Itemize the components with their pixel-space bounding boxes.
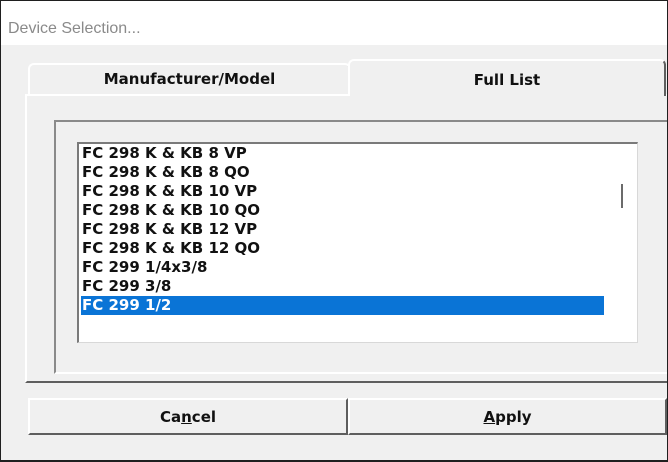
apply-label-part: pply — [495, 408, 532, 426]
window-title: Device Selection... — [8, 20, 141, 37]
tab-panel: FC 298 K & KB 8 VP FC 298 K & KB 8 QO FC… — [25, 94, 667, 383]
title-bar: Device Selection... — [1, 1, 667, 45]
list-item[interactable]: FC 298 K & KB 8 QO — [81, 163, 604, 182]
scrollbar-thumb[interactable] — [621, 184, 623, 208]
device-selection-dialog: Device Selection... Manufacturer/Model F… — [0, 0, 668, 462]
list-item[interactable]: FC 298 K & KB 10 VP — [81, 182, 604, 201]
cancel-button[interactable]: Cancel — [28, 398, 348, 435]
tab-label: Full List — [473, 71, 541, 89]
list-item[interactable]: FC 298 K & KB 10 QO — [81, 201, 604, 220]
tab-manufacturer-model[interactable]: Manufacturer/Model — [28, 63, 351, 94]
cancel-label-part: cel — [191, 408, 217, 426]
list-item[interactable]: FC 298 K & KB 8 VP — [81, 144, 604, 163]
apply-button[interactable]: Apply — [348, 398, 667, 435]
list-group-box: FC 298 K & KB 8 VP FC 298 K & KB 8 QO FC… — [54, 120, 667, 374]
apply-mnemonic: A — [483, 408, 496, 426]
device-listbox[interactable]: FC 298 K & KB 8 VP FC 298 K & KB 8 QO FC… — [77, 142, 638, 343]
list-item[interactable]: FC 298 K & KB 12 QO — [81, 239, 604, 258]
list-item[interactable]: FC 299 1/4x3/8 — [81, 258, 604, 277]
tab-label: Manufacturer/Model — [103, 70, 276, 88]
list-item[interactable]: FC 298 K & KB 12 VP — [81, 220, 604, 239]
tab-full-list[interactable]: Full List — [348, 59, 666, 96]
list-item-selected[interactable]: FC 299 1/2 — [81, 296, 604, 315]
cancel-mnemonic: n — [181, 408, 192, 426]
list-item[interactable]: FC 299 3/8 — [81, 277, 604, 296]
cancel-label-part: Ca — [159, 408, 182, 426]
